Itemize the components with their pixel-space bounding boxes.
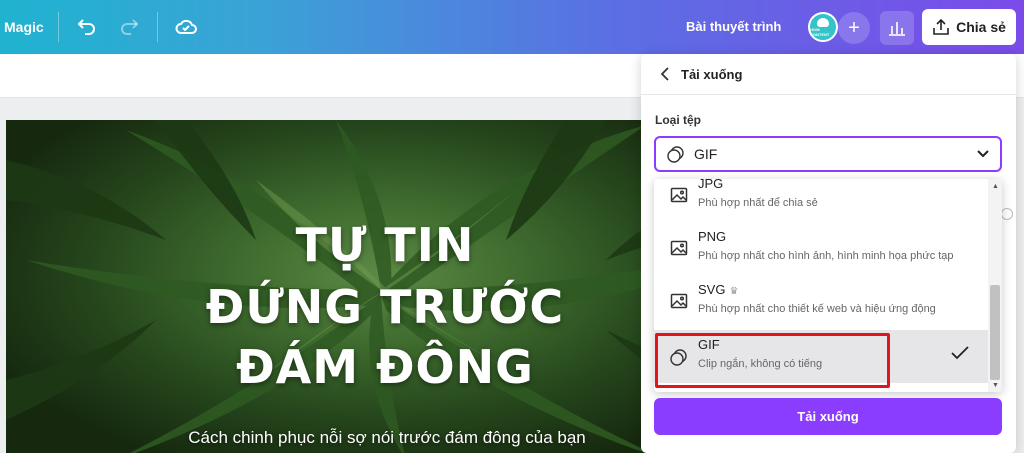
share-button[interactable]: Chia sẻ <box>922 9 1016 45</box>
option-desc: Phù hợp nhất cho hình ảnh, hình minh họa… <box>698 250 954 262</box>
download-button[interactable]: Tải xuống <box>654 398 1002 435</box>
chevron-down-icon <box>977 150 989 158</box>
bar-chart-icon <box>889 22 905 36</box>
option-svg[interactable]: SVG ♛ Phù hợp nhất cho thiết kế web và hi… <box>654 275 988 328</box>
undo-icon[interactable] <box>73 13 101 41</box>
option-name: JPG <box>698 179 724 191</box>
option-png[interactable]: PNG Phù hợp nhất cho hình ảnh, hình minh… <box>654 222 988 275</box>
option-name: PNG <box>698 229 727 244</box>
file-type-value: GIF <box>694 146 718 162</box>
option-jpg[interactable]: JPG Phù hợp nhất để chia sẻ <box>654 179 988 222</box>
panel-header: Tải xuống <box>641 54 1016 95</box>
radio-toggle[interactable] <box>1001 208 1013 220</box>
file-type-label: Loại tệp <box>655 113 702 127</box>
plus-icon: + <box>848 16 860 39</box>
gif-highlight-box <box>655 333 890 388</box>
gif-icon <box>667 146 684 163</box>
avatar-face-icon <box>817 18 829 27</box>
avatar[interactable]: HOW CONTENT <box>808 12 838 42</box>
add-collaborator-button[interactable]: + <box>838 12 870 44</box>
avatar-text: HOW CONTENT <box>810 27 830 37</box>
option-desc: Phù hợp nhất cho thiết kế web và hiệu ứn… <box>698 303 936 315</box>
checkmark-icon <box>951 346 969 360</box>
share-label: Chia sẻ <box>956 19 1006 35</box>
dropdown-scrollbar[interactable]: ▲ ▼ <box>988 179 1002 392</box>
download-panel: Tải xuống Loại tệp GIF JPG Phù hợp nhất … <box>641 54 1016 453</box>
scrollbar-thumb[interactable] <box>990 285 1000 380</box>
upload-icon <box>933 18 949 35</box>
crown-icon: ♛ <box>729 286 739 297</box>
document-title[interactable]: Bài thuyết trình <box>686 19 781 34</box>
image-icon <box>670 240 688 256</box>
image-icon <box>670 187 688 203</box>
panel-title: Tải xuống <box>681 66 743 82</box>
chevron-left-icon[interactable] <box>655 64 675 84</box>
option-name-text: SVG <box>698 282 726 297</box>
option-name: SVG ♛ <box>698 282 738 297</box>
file-type-select[interactable]: GIF <box>654 136 1002 172</box>
top-toolbar: Magic Bài thuyết trình HOW CONTENT + Chi… <box>0 0 1024 54</box>
redo-icon[interactable] <box>115 13 143 41</box>
cloud-saved-icon[interactable] <box>172 13 200 41</box>
option-desc: Phù hợp nhất để chia sẻ <box>698 197 818 209</box>
insights-button[interactable] <box>880 11 914 45</box>
scroll-down-arrow-icon[interactable]: ▼ <box>992 382 999 389</box>
toolbar-divider <box>57 12 59 42</box>
scroll-up-arrow-icon[interactable]: ▲ <box>992 183 999 190</box>
toolbar-divider <box>156 12 158 42</box>
image-icon <box>670 293 688 309</box>
magic-menu[interactable]: Magic <box>4 19 44 35</box>
